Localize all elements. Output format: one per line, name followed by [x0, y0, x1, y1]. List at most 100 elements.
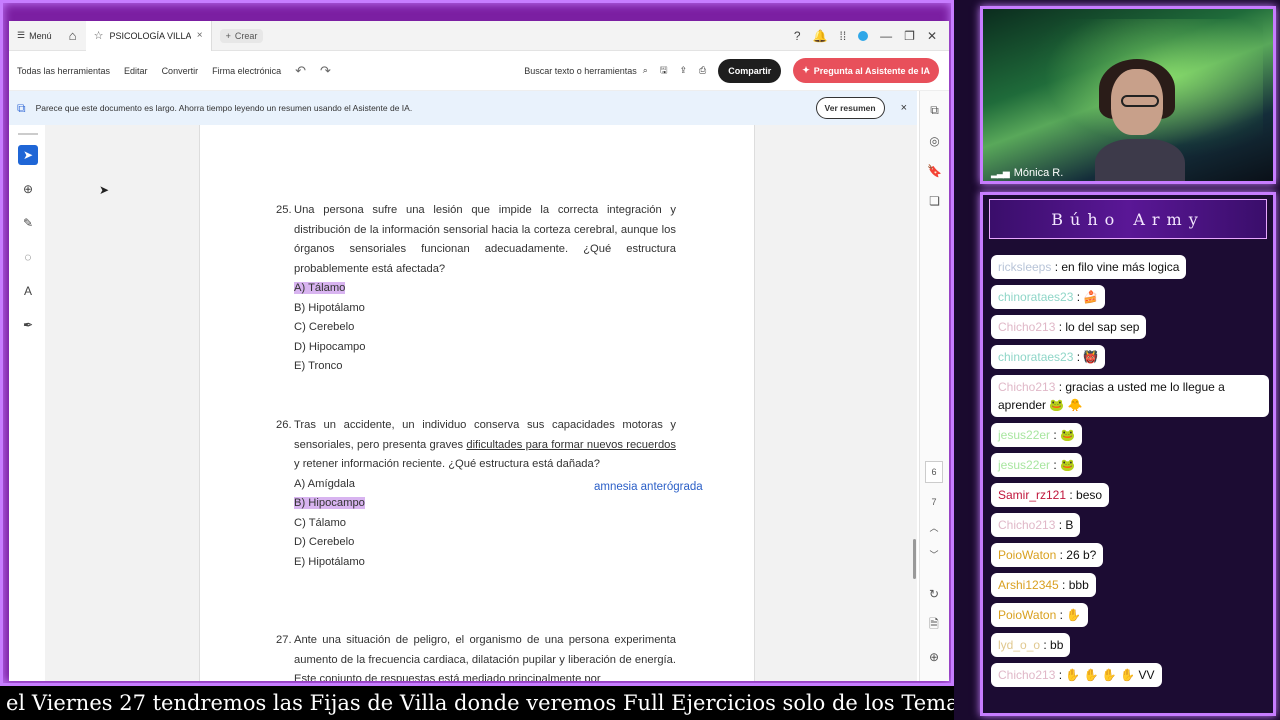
page-thumb-7[interactable]: 7 [931, 497, 936, 507]
chat-title: Búho Army [989, 199, 1267, 239]
save-copy-icon[interactable]: 🗎 [929, 615, 939, 636]
redo-icon[interactable]: ↷ [320, 63, 331, 79]
chat-message: lyd_o_o : bb [991, 633, 1071, 657]
chat-message: chinorataes23 : 🍰 [991, 285, 1106, 309]
chat-message-row: lyd_o_o : bb [991, 633, 1271, 663]
menu-button[interactable]: ☰ Menú [9, 30, 60, 41]
signal-icon: ▂▃▅ [991, 167, 1010, 178]
pdf-page[interactable]: 25. Una persona sufre una lesión que imp… [199, 125, 755, 681]
options-list: A) Tálamo B) Hipotálamo C) Cerebelo D) H… [276, 279, 676, 377]
question-number: 25. [276, 204, 292, 216]
chevron-down-icon[interactable]: ﹀ [929, 548, 938, 561]
text-box-icon[interactable]: A [18, 281, 38, 301]
share-button[interactable]: Compartir [718, 58, 782, 83]
chat-username[interactable]: Chicho213 [998, 668, 1055, 682]
screen-share-frame: ☰ Menú ⌂ ☆ PSICOLOGÍA VILLAR... × + Crea… [0, 0, 954, 686]
comments-icon[interactable]: ◎ [929, 134, 939, 148]
chat-username[interactable]: ricksleeps [998, 260, 1051, 274]
chat-message-row: PoioWaton : ✋ [991, 603, 1271, 633]
toolbar-convert[interactable]: Convertir [162, 66, 199, 76]
chat-username[interactable]: Chicho213 [998, 518, 1055, 532]
chat-text: : 🍰 [1073, 290, 1099, 304]
chat-message-row: PoioWaton : 26 b? [991, 543, 1271, 573]
option-b[interactable]: B) Hipocampo [294, 494, 676, 514]
apps-grid-icon[interactable]: ⁞⁞ [840, 29, 847, 43]
select-cursor-icon[interactable]: ➤ [18, 145, 38, 165]
chat-username[interactable]: Samir_rz121 [998, 488, 1066, 502]
chat-message: jesus22er : 🐸 [991, 423, 1082, 447]
handwritten-annotation: amnesia anterógrada [594, 481, 703, 493]
chat-text: : lo del sap sep [1055, 320, 1140, 334]
upload-icon[interactable]: ⇪ [679, 65, 687, 76]
refresh-icon[interactable]: ↻ [929, 587, 939, 601]
minimize-icon[interactable]: — [880, 29, 892, 43]
close-tab-icon[interactable]: × [197, 30, 203, 41]
close-notice-icon[interactable]: × [901, 102, 907, 114]
maximize-icon[interactable]: ❐ [904, 29, 915, 43]
participant-label: ▂▃▅ Mónica R. [991, 167, 1063, 179]
close-window-icon[interactable]: ✕ [927, 29, 937, 43]
option-e[interactable]: E) Tronco [294, 357, 676, 377]
help-icon[interactable]: ? [794, 29, 801, 43]
view-summary-button[interactable]: Ver resumen [815, 97, 885, 119]
option-a[interactable]: A) Tálamo [294, 279, 676, 299]
chat-username[interactable]: Arshi12345 [998, 578, 1059, 592]
chat-message-row: chinorataes23 : 👹 [991, 345, 1271, 375]
page-thumb-6[interactable]: 6 [925, 461, 943, 483]
chat-message-row: jesus22er : 🐸 [991, 453, 1271, 483]
bookmark-icon[interactable]: 🔖 [927, 164, 942, 178]
chat-username[interactable]: jesus22er [998, 458, 1050, 472]
left-toolbar: ➤ ⊕ ✎ ◌ A ✒ [15, 133, 41, 335]
chat-messages: ricksleeps : en filo vine más logica chin… [991, 255, 1271, 693]
pages-icon[interactable]: ❏ [929, 194, 940, 208]
profile-icon[interactable] [858, 30, 869, 41]
save-icon[interactable]: 🖫 [660, 63, 668, 79]
search-tools[interactable]: Buscar texto o herramientas ⌕ [524, 65, 648, 76]
zoom-out-icon[interactable]: ⊖ [929, 678, 939, 681]
mouse-cursor-icon: ➤ [99, 183, 110, 197]
comment-icon[interactable]: ⊕ [18, 179, 38, 199]
bell-icon[interactable]: 🔔 [813, 29, 828, 43]
chat-username[interactable]: lyd_o_o [998, 638, 1040, 652]
option-c[interactable]: C) Cerebelo [294, 318, 676, 338]
option-c[interactable]: C) Tálamo [294, 514, 676, 534]
undo-icon[interactable]: ↶ [295, 63, 306, 79]
print-icon[interactable]: ⎙ [699, 65, 706, 76]
ai-panel-icon[interactable]: ⧉ [930, 103, 939, 118]
menu-label: Menú [29, 30, 52, 41]
document-tab[interactable]: ☆ PSICOLOGÍA VILLAR... × [85, 21, 212, 51]
home-icon[interactable]: ⌂ [60, 28, 86, 43]
chat-username[interactable]: chinorataes23 [998, 290, 1073, 304]
ai-assistant-button[interactable]: ✦ Pregunta al Asistente de IA [793, 58, 939, 83]
zoom-in-icon[interactable]: ⊕ [929, 650, 939, 664]
sign-icon[interactable]: ✒ [18, 315, 38, 335]
toolbar-all-tools[interactable]: Todas las herramientas [17, 66, 110, 76]
toolbar-e-sign[interactable]: Firma electrónica [212, 66, 281, 76]
chat-username[interactable]: Chicho213 [998, 380, 1055, 394]
lasso-icon[interactable]: ◌ [18, 247, 38, 267]
chat-message-row: Chicho213 : gracias a usted me lo llegue… [991, 375, 1271, 423]
scrollbar-thumb[interactable] [913, 539, 916, 579]
chat-username[interactable]: jesus22er [998, 428, 1050, 442]
question-25: 25. Una persona sufre una lesión que imp… [276, 201, 676, 377]
chat-text: : 👹 [1073, 350, 1099, 364]
pen-icon[interactable]: ✎ [18, 213, 38, 233]
new-tab-button[interactable]: + Crear [219, 28, 264, 43]
option-d[interactable]: D) Hipocampo [294, 338, 676, 358]
option-d[interactable]: D) Cerebelo [294, 533, 676, 553]
toolbar-edit[interactable]: Editar [124, 66, 148, 76]
star-icon[interactable]: ☆ [94, 29, 104, 42]
search-icon: ⌕ [642, 65, 648, 75]
tab-title: PSICOLOGÍA VILLAR... [109, 30, 191, 41]
question-stem: Ante una situación de peligro, el organi… [294, 634, 676, 681]
option-b[interactable]: B) Hipotálamo [294, 299, 676, 319]
chat-text: : B [1055, 518, 1074, 532]
chat-username[interactable]: Chicho213 [998, 320, 1055, 334]
chat-username[interactable]: PoioWaton [998, 548, 1056, 562]
chevron-up-icon[interactable]: ︿ [929, 521, 938, 534]
question-stem: Tras un accidente, un individuo conserva… [294, 419, 676, 470]
chat-username[interactable]: PoioWaton [998, 608, 1056, 622]
chat-username[interactable]: chinorataes23 [998, 350, 1073, 364]
chat-message: PoioWaton : 26 b? [991, 543, 1104, 567]
option-e[interactable]: E) Hipotálamo [294, 553, 676, 573]
